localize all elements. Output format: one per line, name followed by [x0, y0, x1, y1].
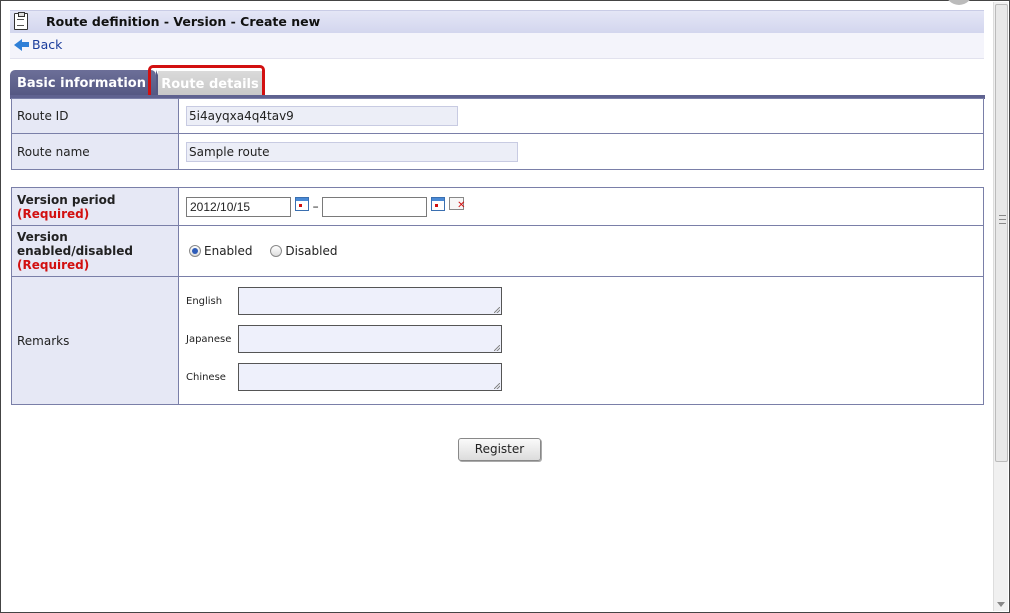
date-range-separator: –: [312, 199, 319, 213]
remarks-cell: English Japanese Chinese: [178, 276, 984, 405]
route-name-value: Sample route: [186, 141, 518, 162]
route-id-row: Route ID 5i4ayqxa4q4tav9: [11, 98, 984, 134]
enabled-radio-option[interactable]: Enabled: [189, 244, 256, 258]
page-title: Route definition - Version - Create new: [46, 14, 321, 29]
navigation-bar: Back: [10, 33, 984, 59]
required-marker: (Required): [17, 206, 90, 221]
route-id-label: Route ID: [11, 98, 179, 134]
version-enabled-label-line2: enabled/disabled: [17, 244, 133, 258]
remark-english-row: English: [186, 287, 502, 315]
clear-date-icon[interactable]: [449, 196, 466, 211]
route-info-table: Route ID 5i4ayqxa4q4tav9 Route name Samp…: [11, 98, 984, 170]
disabled-radio-option[interactable]: Disabled: [270, 244, 337, 258]
back-arrow-tail: [22, 42, 29, 47]
disabled-radio-label: Disabled: [285, 244, 338, 258]
version-period-label-cell: Version period (Required): [11, 187, 179, 226]
window-corner-shape: [945, 0, 973, 5]
end-calendar-icon[interactable]: [431, 196, 446, 211]
version-enabled-label-cell: Version enabled/disabled (Required): [11, 225, 179, 277]
tab-basic-information[interactable]: Basic information: [10, 70, 166, 95]
version-enabled-label-line1: Version: [17, 230, 68, 244]
version-table: Version period (Required) – Version enab…: [11, 187, 984, 405]
start-calendar-icon[interactable]: [294, 196, 309, 211]
version-period-cell: –: [178, 187, 984, 226]
back-link[interactable]: Back: [14, 37, 62, 52]
route-id-value: 5i4ayqxa4q4tav9: [186, 106, 458, 126]
route-name-cell: Sample route: [178, 133, 984, 170]
remark-english-textarea[interactable]: [238, 287, 502, 315]
enabled-radio[interactable]: [189, 245, 201, 257]
remark-japanese-label: Japanese: [186, 333, 232, 345]
browser-frame: Route definition - Version - Create new …: [0, 0, 1010, 613]
clipboard-icon: [14, 12, 28, 30]
page-title-bar: Route definition - Version - Create new: [10, 10, 984, 33]
disabled-radio[interactable]: [270, 245, 283, 257]
version-enabled-cell: Enabled Disabled: [178, 225, 984, 277]
route-name-label: Route name: [11, 133, 179, 170]
version-period-row: Version period (Required) –: [11, 187, 984, 226]
remark-english-label: English: [186, 295, 223, 307]
end-date-input[interactable]: [322, 196, 428, 217]
start-date-input[interactable]: [186, 196, 291, 217]
scroll-down-arrow-icon[interactable]: [997, 602, 1005, 607]
register-button[interactable]: Register: [458, 438, 541, 461]
vertical-scrollbar[interactable]: [993, 2, 1008, 611]
scrollbar-thumb[interactable]: [995, 4, 1008, 462]
version-period-label: Version period: [17, 192, 116, 207]
back-arrow-icon: [14, 38, 22, 51]
required-marker: (Required): [17, 258, 90, 272]
remarks-label: Remarks: [11, 276, 179, 405]
remark-chinese-label: Chinese: [186, 371, 226, 383]
version-enabled-row: Version enabled/disabled (Required) Enab…: [11, 225, 984, 277]
route-name-row: Route name Sample route: [11, 133, 984, 170]
tab-route-details[interactable]: Route details: [158, 71, 262, 95]
scrollbar-grip-icon: [999, 215, 1006, 224]
enabled-radio-label: Enabled: [204, 244, 253, 258]
remark-japanese-row: Japanese: [186, 325, 502, 353]
remark-chinese-textarea[interactable]: [238, 363, 502, 391]
remark-japanese-textarea[interactable]: [238, 325, 502, 353]
tab-bar: Basic information Route details: [10, 65, 985, 101]
remarks-row: Remarks English Japanese Chinese: [11, 276, 984, 405]
back-label: Back: [32, 37, 63, 52]
remark-chinese-row: Chinese: [186, 363, 502, 391]
route-id-cell: 5i4ayqxa4q4tav9: [178, 98, 984, 134]
